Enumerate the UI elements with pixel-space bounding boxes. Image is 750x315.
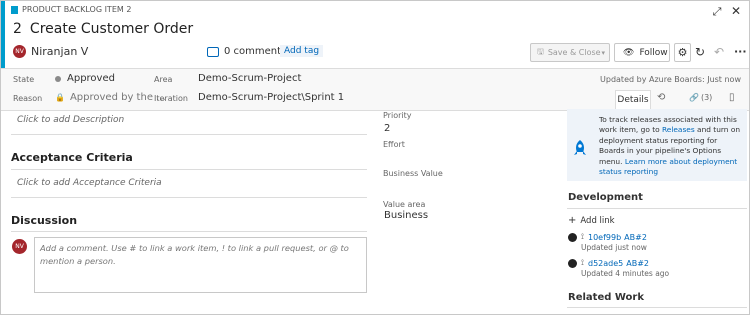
history-icon[interactable]: ⟲: [657, 92, 665, 103]
area-label: Area: [154, 75, 173, 84]
work-item-type: PRODUCT BACKLOG ITEM 2: [11, 5, 131, 14]
save-icon: 🖫: [537, 46, 544, 56]
work-item-dialog: PRODUCT BACKLOG ITEM 2 ⤢ ✕ 2 Create Cust…: [0, 0, 750, 315]
links-count: (3): [700, 93, 713, 102]
lock-icon: 🔒: [55, 93, 65, 102]
commit-hash[interactable]: 10ef99b: [588, 233, 621, 242]
state-field[interactable]: Approved: [55, 73, 115, 84]
effort-label: Effort: [383, 140, 405, 149]
acceptance-heading-divider: [11, 169, 367, 170]
add-link-button[interactable]: + Add link: [568, 215, 615, 226]
reason-value: Approved by the ...: [69, 92, 166, 103]
save-close-label: Save & Close: [547, 48, 601, 57]
business-value-label: Business Value: [383, 169, 443, 178]
acceptance-criteria-placeholder[interactable]: Click to add Acceptance Criteria: [17, 178, 162, 188]
tab-links[interactable]: 🔗 (3): [689, 93, 712, 102]
chevron-down-icon[interactable]: ▾: [601, 49, 605, 57]
work-item-type-color-bar: [1, 1, 5, 69]
more-actions-icon[interactable]: ···: [734, 45, 747, 58]
priority-value[interactable]: 2: [384, 123, 390, 134]
work-item-type-label: PRODUCT BACKLOG ITEM 2: [22, 5, 132, 14]
plus-icon: +: [568, 215, 577, 226]
work-item-id: 2: [13, 21, 22, 37]
discussion-avatar: NV: [12, 239, 27, 254]
attachment-icon[interactable]: ▯: [729, 92, 735, 103]
deployment-info-text: To track releases associated with this w…: [599, 115, 744, 177]
description-placeholder[interactable]: Click to add Description: [17, 115, 124, 125]
follow-button[interactable]: 👁 Follow: [614, 43, 670, 62]
work-item-title[interactable]: Create Customer Order: [30, 21, 193, 37]
effort-field[interactable]: [383, 151, 553, 165]
comments-icon: [207, 46, 219, 57]
area-value[interactable]: Demo-Scrum-Project: [198, 73, 301, 84]
commit-icon: ⟟: [581, 232, 584, 241]
commit-updated: Updated just now: [581, 243, 647, 252]
discussion-heading: Discussion: [11, 214, 78, 227]
development-divider: [567, 208, 747, 209]
commit-updated: Updated 4 minutes ago: [581, 269, 670, 278]
assignee[interactable]: NV Niranjan V: [13, 45, 88, 58]
business-value-field[interactable]: [383, 180, 553, 194]
development-heading: Development: [568, 192, 643, 203]
related-work-divider: [567, 307, 747, 308]
settings-gear-icon[interactable]: ⚙: [674, 43, 691, 62]
commit-hash[interactable]: d52ade5: [588, 259, 623, 268]
add-link-label: Add link: [580, 215, 615, 226]
reason-label: Reason: [13, 94, 43, 103]
description-divider: [11, 134, 367, 135]
iteration-label: Iteration: [154, 94, 188, 103]
value-area-label: Value area: [383, 200, 426, 209]
comment-input[interactable]: Add a comment. Use # to link a work item…: [34, 237, 367, 293]
value-area-value[interactable]: Business: [384, 210, 428, 221]
expand-icon[interactable]: ⤢: [713, 5, 722, 19]
development-link-2[interactable]: ⟟ d52ade5 AB#2 Updated 4 minutes ago: [568, 258, 748, 278]
state-value: Approved: [67, 73, 115, 84]
close-icon[interactable]: ✕: [731, 4, 741, 18]
github-icon: [568, 258, 577, 268]
header-window-controls: ⤢ ✕: [713, 4, 741, 19]
state-label: State: [13, 75, 35, 84]
releases-link[interactable]: Releases: [662, 125, 695, 134]
eye-icon: 👁: [623, 47, 635, 58]
rocket-icon: [572, 139, 588, 157]
commit-ref[interactable]: AB#2: [624, 233, 647, 242]
priority-label: Priority: [383, 111, 412, 120]
acceptance-divider: [11, 197, 367, 198]
commit-ref[interactable]: AB#2: [626, 259, 649, 268]
comments-count[interactable]: 0 comments: [207, 46, 286, 57]
follow-label: Follow: [639, 47, 668, 58]
commit-icon: ⟟: [581, 258, 584, 267]
acceptance-criteria-heading: Acceptance Criteria: [11, 151, 133, 164]
updated-by-text[interactable]: Updated by Azure Boards: Just now: [600, 75, 741, 84]
save-close-button[interactable]: 🖫 Save & Close ▾: [530, 43, 610, 62]
state-dot-icon: [55, 75, 61, 82]
related-work-heading: Related Work: [568, 292, 644, 303]
comments-label: 0 comments: [224, 46, 287, 57]
github-icon: [568, 232, 577, 242]
iteration-value[interactable]: Demo-Scrum-Project\Sprint 1: [198, 92, 344, 103]
assignee-avatar: NV: [13, 45, 26, 58]
backlog-item-icon: [11, 5, 18, 14]
link-icon: 🔗: [689, 93, 699, 102]
undo-icon[interactable]: ↶: [714, 45, 724, 59]
reason-field[interactable]: 🔒 Approved by the ...: [55, 92, 166, 103]
assignee-name: Niranjan V: [31, 45, 89, 58]
tab-details[interactable]: Details: [615, 90, 651, 110]
development-link-1[interactable]: ⟟ 10ef99b AB#2 Updated just now: [568, 232, 748, 252]
add-tag-button[interactable]: Add tag: [280, 45, 324, 57]
refresh-icon[interactable]: ↻: [695, 45, 705, 59]
discussion-heading-divider: [11, 231, 367, 232]
work-item-title-row: 2 Create Customer Order: [13, 21, 193, 37]
